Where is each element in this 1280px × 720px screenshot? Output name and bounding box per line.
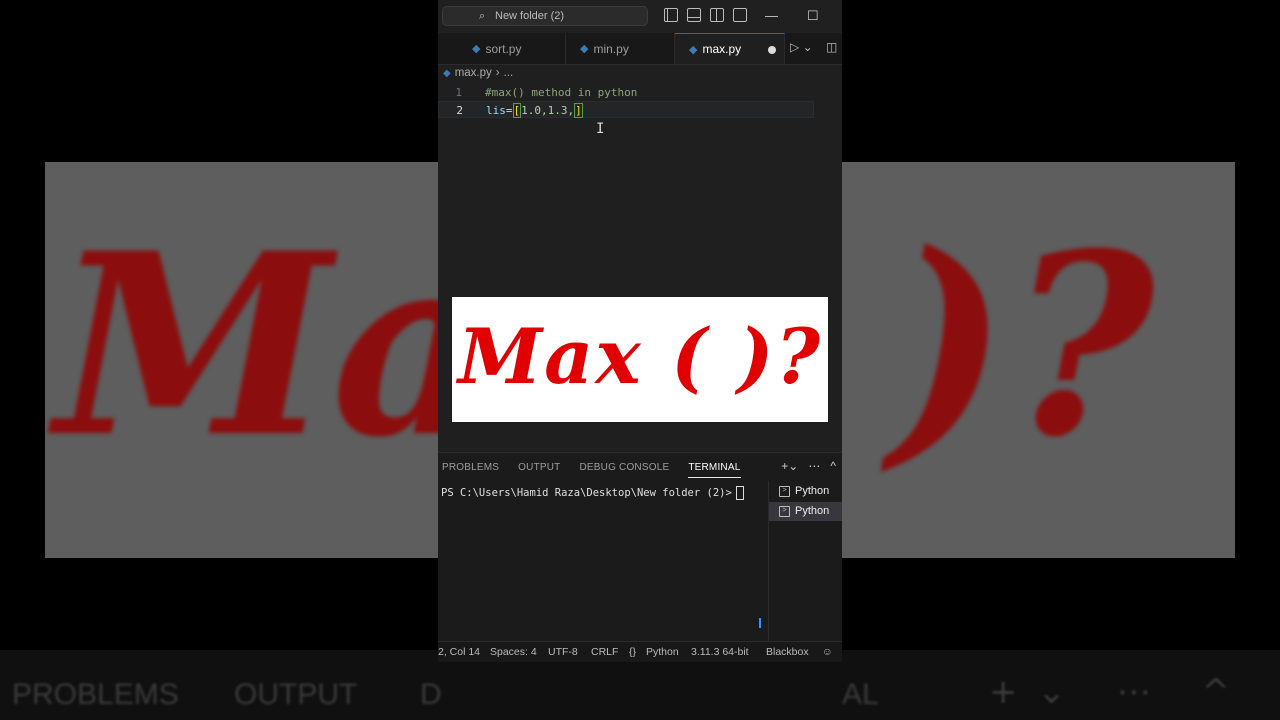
background-tab-output: OUTPUT: [234, 678, 358, 711]
bottom-panel: PROBLEMS OUTPUT DEBUG CONSOLE TERMINAL +…: [438, 452, 842, 642]
terminal-item-label: Python: [795, 485, 830, 497]
code-line-current: 2 lis=[1.0,1.3,]: [438, 101, 814, 118]
background-tab-terminal: AL: [842, 678, 879, 711]
background-text-right: )?: [890, 198, 1155, 492]
tab-label: sort.py: [485, 41, 522, 56]
line-number: 2: [456, 104, 463, 117]
terminal-prompt: PS C:\Users\Hamid Raza\Desktop\New folde…: [441, 487, 732, 499]
python-file-icon: ◆: [689, 43, 698, 56]
background-text-left: Ma: [55, 198, 494, 492]
text-cursor-icon: I: [596, 121, 605, 137]
more-actions-icon[interactable]: ⋯: [808, 459, 820, 473]
split-editor-icon[interactable]: ◫: [826, 40, 837, 54]
code-variable: lis: [486, 104, 506, 117]
status-language-icon: {}: [629, 646, 637, 658]
terminal-cursor: [735, 486, 744, 500]
search-label: New folder (2): [495, 10, 565, 22]
terminal-icon: >: [779, 506, 790, 517]
command-center-search[interactable]: ⌕ New folder (2): [442, 6, 648, 26]
python-file-icon: ◆: [472, 43, 481, 55]
tab-terminal[interactable]: TERMINAL: [688, 462, 741, 478]
tab-label: min.py: [593, 41, 629, 56]
code-values: 1.0,1.3,: [521, 104, 575, 117]
code-editor[interactable]: 1 #max() method in python 2 lis=[1.0,1.3…: [438, 84, 842, 118]
terminal-item-selected[interactable]: > Python: [769, 502, 842, 521]
code-operator: =: [505, 104, 513, 117]
new-terminal-icon[interactable]: +⌄: [781, 459, 798, 473]
code-line: 1 #max() method in python: [438, 84, 842, 101]
editor-tabs: ◆ sort.py ◆ min.py ◆ max.py: [438, 33, 842, 65]
panel-actions: +⌄ ⋯ ^: [781, 459, 836, 473]
status-language[interactable]: Python: [646, 646, 679, 658]
search-icon: ⌕: [479, 10, 486, 22]
code-bracket-open: [: [512, 103, 522, 118]
customize-layout-icon[interactable]: [733, 8, 747, 22]
tab-output[interactable]: OUTPUT: [518, 462, 560, 478]
status-cursor-position[interactable]: 2, Col 14: [438, 646, 480, 658]
panel-tabs: PROBLEMS OUTPUT DEBUG CONSOLE TERMINAL: [442, 462, 741, 478]
status-bar: 2, Col 14 Spaces: 4 UTF-8 CRLF {} Python…: [438, 641, 842, 662]
tab-label: max.py: [702, 42, 742, 56]
toggle-sidebar-icon[interactable]: [664, 8, 678, 22]
tab-max-py[interactable]: ◆ max.py: [675, 33, 785, 64]
title-card-text: Max ( )?: [457, 312, 823, 401]
terminal-icon: >: [779, 486, 790, 497]
unsaved-dot-icon[interactable]: [768, 46, 776, 54]
title-card: Max ( )?: [452, 297, 828, 422]
toggle-secondary-sidebar-icon[interactable]: [710, 8, 724, 22]
background-tab-problems: PROBLEMS: [12, 678, 179, 711]
line-number: 1: [455, 86, 462, 99]
status-interpreter[interactable]: 3.11.3 64-bit: [691, 646, 749, 658]
code-statement: lis=[1.0,1.3,]: [486, 102, 583, 119]
tab-debug-console[interactable]: DEBUG CONSOLE: [579, 462, 669, 478]
feedback-icon[interactable]: ☺: [822, 646, 833, 658]
terminal-item[interactable]: > Python: [769, 482, 842, 501]
tab-min-py[interactable]: ◆ min.py: [566, 33, 675, 64]
title-bar: ⌕ New folder (2) — ☐: [438, 0, 842, 33]
code-bracket-close: ]: [574, 103, 583, 118]
chevron-right-icon: ›: [495, 67, 500, 79]
breadcrumb-more[interactable]: ...: [504, 67, 514, 79]
python-file-icon: ◆: [580, 43, 589, 55]
breadcrumb-file[interactable]: max.py: [455, 67, 492, 79]
terminal-output[interactable]: PS C:\Users\Hamid Raza\Desktop\New folde…: [441, 486, 744, 500]
run-icon[interactable]: ▷ ⌄: [790, 40, 813, 54]
breadcrumb: ◆ max.py › ...: [443, 67, 513, 79]
terminal-item-label: Python: [795, 505, 830, 517]
maximize-panel-icon[interactable]: ^: [830, 459, 836, 473]
layout-controls: [664, 8, 747, 22]
status-indentation[interactable]: Spaces: 4: [490, 646, 537, 658]
tab-problems[interactable]: PROBLEMS: [442, 462, 499, 478]
python-file-icon: ◆: [443, 67, 451, 79]
maximize-button[interactable]: ☐: [807, 8, 819, 24]
terminal-list: > Python > Python: [768, 481, 842, 642]
tab-sort-py[interactable]: ◆ sort.py: [458, 33, 566, 64]
terminal-scroll-marker: [759, 618, 761, 628]
status-extension[interactable]: Blackbox: [766, 646, 809, 658]
background-panel-icons: +⌄ ⋯ ^: [988, 672, 1250, 712]
background-tab-debug: D: [420, 678, 442, 711]
minimize-button[interactable]: —: [765, 8, 778, 23]
status-eol[interactable]: CRLF: [591, 646, 618, 658]
toggle-panel-icon[interactable]: [687, 8, 701, 22]
status-encoding[interactable]: UTF-8: [548, 646, 578, 658]
code-comment: #max() method in python: [485, 86, 638, 99]
